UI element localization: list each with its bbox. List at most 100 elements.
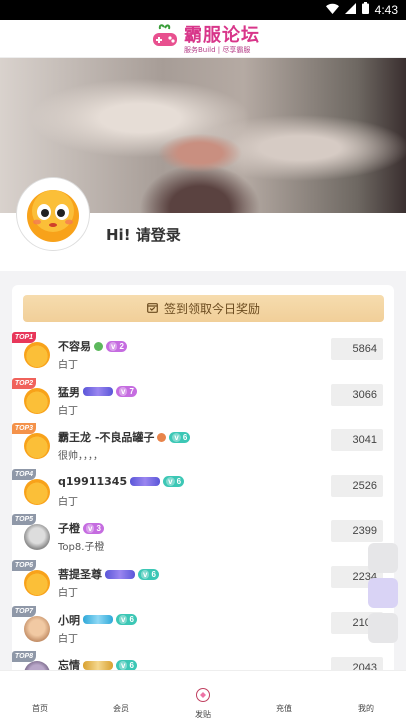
user-avatar[interactable] — [24, 478, 50, 505]
level-badge: v7 — [116, 386, 137, 398]
guest-avatar[interactable] — [17, 178, 89, 250]
user-name[interactable]: 子橙 — [58, 520, 80, 536]
wing-badge-icon — [130, 476, 161, 486]
level-badge: v6 — [169, 431, 191, 443]
status-bar: 4:43 — [0, 0, 406, 20]
user-name[interactable]: q19911345 — [58, 475, 127, 488]
signin-label: 签到领取今日奖励 — [163, 302, 260, 316]
level-number: 3 — [96, 523, 101, 533]
user-name[interactable]: 小明 — [58, 612, 80, 628]
login-prompt[interactable]: Hi! 请登录 — [106, 224, 181, 245]
user-name-line: 菩提圣尊 v 6 — [58, 566, 159, 582]
user-name[interactable]: 不容易 — [58, 338, 91, 354]
ranking-row[interactable]: TOP7 小明 v 6 白丁 2102 — [12, 605, 394, 652]
user-name[interactable]: 猛男 — [58, 384, 80, 400]
level-number: 6 — [151, 569, 156, 579]
calendar-check-icon — [147, 302, 158, 316]
level-badge: v6 — [116, 614, 137, 626]
daily-signin-button[interactable]: 签到领取今日奖励 — [23, 295, 384, 322]
level-v-icon: v — [141, 569, 150, 579]
user-name-line: 子橙 v 3 — [58, 520, 104, 536]
system-indicators: 4:43 — [325, 2, 398, 17]
orange-medal-icon — [157, 432, 167, 442]
signal-icon — [344, 2, 356, 17]
user-avatar[interactable] — [24, 387, 50, 414]
blue-wing-badge-icon — [83, 615, 113, 625]
user-score: 5864 — [331, 338, 383, 360]
tab-post[interactable]: 发贴 — [173, 671, 233, 723]
user-score: 3066 — [331, 383, 383, 406]
level-v-icon: v — [166, 476, 175, 486]
rank-badge: TOP6 — [12, 560, 36, 571]
user-name-line: 不容易 v 2 — [58, 338, 127, 354]
user-title: 白丁 — [58, 405, 78, 417]
logo-title: 霸服论坛 — [184, 24, 260, 46]
user-avatar[interactable] — [24, 524, 50, 551]
floating-button-1[interactable] — [368, 543, 398, 573]
tab-profile-label: 我的 — [358, 704, 374, 713]
tab-home-label: 首页 — [32, 704, 48, 713]
user-title: 白丁 — [58, 360, 78, 371]
ranking-row[interactable]: TOP4 q19911345 v 6 白丁 2526 — [12, 468, 394, 515]
user-name[interactable]: 霸王龙 -不良品罐子 — [58, 429, 154, 445]
user-title: Top8.子橙 — [58, 542, 105, 554]
gold-wing-badge-icon — [83, 660, 113, 670]
ranking-row[interactable]: TOP6 菩提圣尊 v 6 白丁 2234 — [12, 560, 394, 606]
user-avatar[interactable] — [24, 570, 50, 596]
gamepad-logo-icon — [150, 23, 180, 57]
level-number: 2 — [119, 341, 124, 351]
wifi-icon — [325, 3, 339, 17]
user-name-line: 小明 v 6 — [58, 612, 137, 628]
tab-home[interactable]: 首页 — [10, 671, 70, 723]
level-v-icon: v — [172, 432, 181, 442]
user-score: 2526 — [331, 474, 383, 497]
level-number: 6 — [182, 432, 188, 442]
tab-member[interactable]: 会员 — [91, 671, 151, 723]
user-name[interactable]: 菩提圣尊 — [58, 566, 102, 582]
tab-profile[interactable]: 我的 — [336, 671, 396, 723]
app-header: 霸服论坛 服务Build | 尽享霸服 — [0, 20, 406, 58]
rank-badge: TOP2 — [12, 377, 36, 389]
rank-badge: TOP1 — [12, 332, 36, 343]
level-v-icon: v — [119, 660, 128, 670]
ranking-row[interactable]: TOP3 霸王龙 -不良品罐子 v 6 很帅，，，， 3041 — [12, 423, 394, 469]
forum-logo[interactable]: 霸服论坛 服务Build | 尽享霸服 — [150, 23, 260, 57]
ranking-card: 签到领取今日奖励 TOP1 不容易 v 2 白丁 5864 TOP2 猛男 v 7 白丁 3066 TO… — [12, 285, 394, 705]
user-name-line: 猛男 v 7 — [58, 384, 137, 400]
ranking-row[interactable]: TOP1 不容易 v 2 白丁 5864 — [12, 332, 394, 378]
level-number: 6 — [129, 615, 134, 625]
level-v-icon: v — [109, 341, 118, 351]
wing-badge-icon — [83, 387, 113, 397]
wing-badge-icon — [105, 569, 135, 579]
floating-button-3[interactable] — [368, 613, 398, 643]
logo-subtitle: 服务Build | 尽享霸服 — [184, 45, 251, 54]
user-name-line: q19911345 v 6 — [58, 475, 185, 488]
clock: 4:43 — [374, 2, 398, 17]
level-v-icon: v — [119, 387, 128, 397]
user-name-line: 霸王龙 -不良品罐子 v 6 — [58, 429, 191, 445]
tab-recharge[interactable]: 充值 — [254, 671, 314, 723]
user-avatar[interactable] — [24, 433, 50, 460]
user-score: 2399 — [331, 520, 383, 543]
user-avatar[interactable] — [24, 342, 50, 368]
battery-icon — [361, 2, 369, 17]
tab-post-label: 发贴 — [195, 710, 211, 719]
user-avatar[interactable] — [24, 615, 50, 642]
user-score: 3041 — [331, 429, 383, 452]
ranking-row[interactable]: TOP2 猛男 v 7 白丁 3066 — [12, 377, 394, 424]
level-badge: v6 — [163, 475, 185, 487]
user-title: 白丁 — [58, 633, 78, 645]
ranking-row[interactable]: TOP5 子橙 v 3 Top8.子橙 2399 — [12, 514, 394, 560]
floating-button-2[interactable] — [368, 578, 398, 608]
level-badge: v2 — [106, 340, 127, 352]
level-number: 7 — [129, 387, 134, 397]
level-badge: v6 — [138, 568, 159, 580]
level-badge: v3 — [83, 522, 104, 534]
level-number: 6 — [129, 660, 134, 670]
tab-member-label: 会员 — [113, 704, 129, 713]
bottom-tab-bar: 首页 会员 发贴 充值 我的 — [0, 670, 406, 723]
user-title: 白丁 — [58, 496, 78, 508]
level-v-icon: v — [86, 523, 95, 533]
post-icon — [195, 687, 211, 705]
rank-badge: TOP7 — [12, 605, 36, 617]
